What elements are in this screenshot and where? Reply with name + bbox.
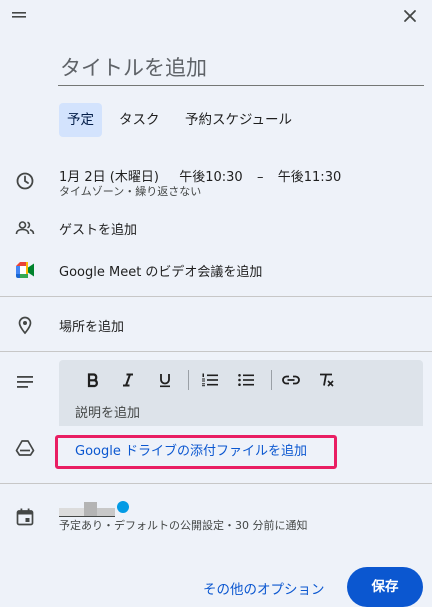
timezone-repeat-text[interactable]: タイムゾーン・繰り返さない (59, 183, 201, 199)
add-drive-attachment-button[interactable]: Google ドライブの添付ファイルを追加 (55, 435, 337, 469)
clock-icon (15, 171, 35, 191)
google-meet-icon (15, 260, 35, 280)
close-icon[interactable] (398, 4, 422, 28)
italic-icon[interactable] (116, 368, 140, 392)
description-input[interactable]: 説明を追加 (75, 402, 140, 421)
people-icon (15, 218, 35, 238)
add-location-button[interactable]: 場所を追加 (59, 316, 124, 335)
clear-formatting-icon[interactable] (314, 368, 338, 392)
numbered-list-icon[interactable] (198, 368, 222, 392)
calendar-color-dot[interactable] (117, 501, 129, 513)
title-input[interactable] (58, 50, 424, 86)
bold-icon[interactable] (81, 368, 105, 392)
add-meet-button[interactable]: Google Meet のビデオ会議を追加 (59, 261, 262, 280)
drag-handle-icon[interactable] (12, 10, 26, 20)
toolbar-divider (188, 370, 189, 390)
time-separator: – (256, 170, 264, 185)
divider (0, 296, 432, 297)
tab-task[interactable]: タスク (111, 103, 168, 137)
save-button[interactable]: 保存 (347, 567, 423, 607)
event-end-time[interactable]: 午後11:30 (278, 170, 341, 185)
location-pin-icon (15, 315, 35, 335)
notes-icon (15, 372, 35, 392)
tab-appointment-schedule[interactable]: 予約スケジュール (177, 103, 300, 137)
toolbar-divider (271, 370, 272, 390)
add-guests-button[interactable]: ゲストを追加 (59, 219, 137, 238)
tab-event[interactable]: 予定 (59, 103, 102, 137)
more-options-button[interactable]: その他のオプション (203, 578, 325, 598)
calendar-status-text[interactable]: 予定あり・デフォルトの公開設定・30 分前に通知 (59, 517, 308, 533)
bulleted-list-icon[interactable] (234, 368, 258, 392)
google-drive-icon (15, 438, 35, 458)
underline-icon[interactable] (153, 368, 177, 392)
divider (0, 483, 432, 484)
calendar-selector[interactable] (59, 498, 139, 518)
calendar-icon (15, 507, 35, 527)
link-icon[interactable] (279, 368, 303, 392)
calendar-name-redacted (84, 502, 97, 516)
divider (0, 351, 432, 352)
